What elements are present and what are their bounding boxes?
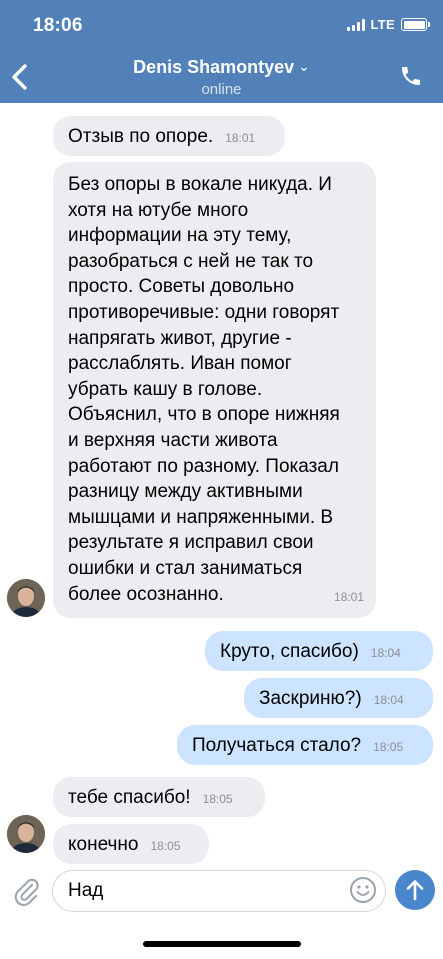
message-line: Объяснил, что в опоре нижняя <box>68 404 340 426</box>
message-text: Получаться стало? <box>192 735 362 756</box>
message-text: Без опоры в вокале никуда. И хотя на ютуб… <box>68 172 376 607</box>
status-time: 18:06 <box>33 15 83 36</box>
message-input[interactable]: Над <box>52 870 386 912</box>
home-indicator <box>143 941 301 947</box>
message-line: просто. Советы довольно <box>68 276 295 298</box>
contact-title[interactable]: Denis Shamontyev ⌄ <box>0 57 443 78</box>
message-line: хотя на ютубе много <box>68 199 249 221</box>
avatar-photo <box>7 815 45 853</box>
message-input-text[interactable]: Над <box>68 880 103 902</box>
message-bubble[interactable]: Без опоры в вокале никуда. И хотя на ютуб… <box>53 162 376 618</box>
message-line: более осознанно. <box>68 583 224 605</box>
message-time: 18:05 <box>150 839 181 853</box>
attach-button[interactable] <box>12 876 40 906</box>
message-line: и верхняя части живота <box>68 429 278 451</box>
message-text: Круто, спасибо) <box>220 641 359 662</box>
message-time: 18:01 <box>333 590 364 605</box>
message-line: работают по разному. Показал <box>68 455 339 477</box>
send-button[interactable] <box>395 870 435 910</box>
message-line: напрягать живот, другие - <box>68 327 292 349</box>
chevron-down-icon[interactable]: ⌄ <box>298 58 310 75</box>
network-type: LTE <box>370 17 395 32</box>
message-text: Отзыв по опоре. <box>68 126 214 147</box>
message-time: 18:04 <box>373 693 404 707</box>
message-line: результате я исправил свои <box>68 532 314 554</box>
message-bubble[interactable]: конечно 18:05 <box>53 824 209 864</box>
battery-icon <box>401 18 430 31</box>
emoji-button[interactable] <box>349 876 377 904</box>
message-time: 18:05 <box>373 740 404 754</box>
message-bubble[interactable]: Заскриню?) 18:04 <box>244 678 433 718</box>
status-indicators: LTE <box>346 17 430 32</box>
avatar-photo <box>7 579 45 617</box>
message-bubble[interactable]: Круто, спасибо) 18:04 <box>205 631 433 671</box>
message-time: 18:01 <box>225 131 256 145</box>
signal-icon <box>346 18 365 31</box>
paperclip-icon <box>14 878 39 906</box>
chat-header: 18:06 LTE Denis Shamontyev ⌄ online <box>0 0 443 103</box>
phone-icon <box>402 67 420 85</box>
message-line: Без опоры в вокале никуда. И <box>68 174 332 195</box>
message-line: противоречивые: одни говорят <box>68 301 340 323</box>
message-line: информации на эту тему, <box>68 225 292 247</box>
call-button[interactable] <box>399 64 423 88</box>
message-text: тебе спасибо! <box>68 787 191 808</box>
arrow-up-icon <box>406 880 424 901</box>
message-line: разобраться с ней не так то <box>68 250 314 272</box>
message-line: разницу между активными <box>68 481 303 503</box>
message-time: 18:04 <box>370 646 401 660</box>
message-text: Заскриню?) <box>259 688 362 709</box>
message-bubble[interactable]: Получаться стало? 18:05 <box>177 725 433 765</box>
message-line: мышцами и напряженными. В <box>68 506 334 528</box>
message-bubble[interactable]: Отзыв по опоре. 18:01 <box>53 116 285 156</box>
message-time: 18:05 <box>202 792 233 806</box>
contact-status: online <box>201 81 242 98</box>
contact-name[interactable]: Denis Shamontyev <box>133 57 294 77</box>
message-text: конечно <box>68 834 139 855</box>
avatar[interactable] <box>7 579 45 617</box>
message-line: расслаблять. Иван помог <box>68 353 292 375</box>
message-bubble[interactable]: тебе спасибо! 18:05 <box>53 777 265 817</box>
message-line: убрать кашу в голове. <box>68 378 263 400</box>
smiley-icon <box>350 877 376 903</box>
avatar[interactable] <box>7 815 45 853</box>
message-line: ошибки и стал заниматься <box>68 557 303 579</box>
